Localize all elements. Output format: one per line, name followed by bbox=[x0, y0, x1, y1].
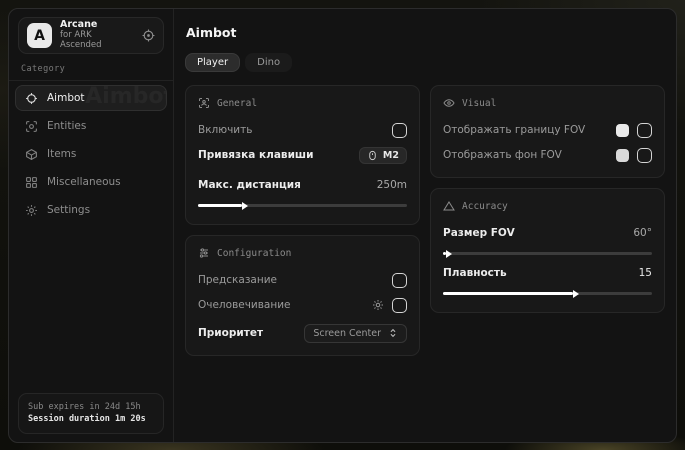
max-distance-slider[interactable] bbox=[198, 204, 407, 207]
slider-fill bbox=[443, 292, 573, 295]
fov-size-label: Размер FOV bbox=[443, 227, 515, 239]
fov-size-value: 60° bbox=[633, 227, 652, 239]
scan-person-icon bbox=[25, 120, 38, 133]
sidebar-item-label: Miscellaneous bbox=[47, 176, 121, 188]
sidebar-item-entities[interactable]: Entities bbox=[15, 113, 167, 139]
max-distance-value: 250m bbox=[377, 179, 407, 191]
sidebar-ghost-watermark: Aimbot bbox=[85, 85, 167, 109]
card-title: General bbox=[217, 98, 257, 109]
grid-icon bbox=[25, 176, 38, 189]
scan-face-icon bbox=[198, 97, 210, 109]
gear-icon bbox=[25, 204, 38, 217]
prediction-label: Предсказание bbox=[198, 274, 277, 286]
accuracy-card: Accuracy Размер FOV 60° Плавность 15 bbox=[430, 188, 665, 313]
slider-fill bbox=[198, 204, 242, 207]
triangle-icon bbox=[443, 200, 455, 212]
enable-checkbox[interactable] bbox=[392, 123, 407, 138]
fov-bg-checkbox[interactable] bbox=[637, 148, 652, 163]
general-card: General Включить Привязка клавиши bbox=[185, 85, 420, 225]
priority-dropdown[interactable]: Screen Center bbox=[304, 324, 407, 343]
keybind-label: Привязка клавиши bbox=[198, 149, 313, 161]
sidebar-item-label: Entities bbox=[47, 120, 86, 132]
humanize-checkbox[interactable] bbox=[392, 298, 407, 313]
smoothness-label: Плавность bbox=[443, 267, 507, 279]
category-label: Category bbox=[9, 54, 173, 80]
keybind-value: M2 bbox=[383, 150, 399, 161]
app-subtitle: for ARK Ascended bbox=[60, 31, 134, 51]
humanize-label: Очеловечивание bbox=[198, 299, 291, 311]
fov-size-slider[interactable] bbox=[443, 252, 652, 255]
configuration-card: Configuration Предсказание Очеловечивани… bbox=[185, 235, 420, 356]
sidebar-item-items[interactable]: Items bbox=[15, 141, 167, 167]
fov-border-label: Отображать границу FOV bbox=[443, 124, 585, 136]
fov-border-color-swatch[interactable] bbox=[616, 124, 629, 137]
enable-label: Включить bbox=[198, 124, 252, 136]
cheat-menu-window: A Arcane for ARK Ascended Category bbox=[8, 8, 677, 443]
fov-border-checkbox[interactable] bbox=[637, 123, 652, 138]
visual-card: Visual Отображать границу FOV Отображать… bbox=[430, 85, 665, 178]
sliders-icon bbox=[198, 247, 210, 259]
slider-fill bbox=[443, 252, 446, 255]
sidebar-item-miscellaneous[interactable]: Miscellaneous bbox=[15, 169, 167, 195]
max-distance-label: Макс. дистанция bbox=[198, 179, 301, 191]
crosshair-icon bbox=[25, 92, 38, 105]
tab-bar: Player Dino bbox=[185, 53, 665, 72]
chevron-up-down-icon bbox=[388, 328, 398, 338]
smoothness-value: 15 bbox=[639, 267, 652, 279]
card-title: Visual bbox=[462, 98, 496, 109]
sidebar-item-settings[interactable]: Settings bbox=[15, 197, 167, 223]
mouse-icon bbox=[367, 150, 378, 161]
tab-dino[interactable]: Dino bbox=[245, 53, 292, 72]
subscription-info-card: Sub expires in 24d 15h Session duration … bbox=[18, 393, 164, 435]
box-icon bbox=[25, 148, 38, 161]
card-title: Configuration bbox=[217, 248, 291, 259]
fov-bg-label: Отображать фон FOV bbox=[443, 149, 562, 161]
sidebar-nav: Aimbot Aimbot Entities bbox=[9, 81, 173, 227]
app-logo: A bbox=[27, 23, 52, 48]
tab-player[interactable]: Player bbox=[185, 53, 240, 72]
logo-card: A Arcane for ARK Ascended bbox=[18, 17, 164, 54]
smoothness-slider[interactable] bbox=[443, 292, 652, 295]
sub-expires-text: Sub expires in 24d 15h bbox=[28, 401, 154, 414]
humanize-settings-gear-icon[interactable] bbox=[372, 299, 384, 311]
fov-bg-color-swatch[interactable] bbox=[616, 149, 629, 162]
card-title: Accuracy bbox=[462, 201, 508, 212]
priority-value: Screen Center bbox=[313, 328, 381, 339]
sidebar: A Arcane for ARK Ascended Category bbox=[9, 9, 174, 442]
sidebar-item-aimbot[interactable]: Aimbot Aimbot bbox=[15, 85, 167, 111]
eye-icon bbox=[443, 97, 455, 109]
sidebar-item-label: Settings bbox=[47, 204, 90, 216]
sidebar-item-label: Items bbox=[47, 148, 76, 160]
keybind-button[interactable]: M2 bbox=[359, 147, 407, 164]
session-duration-text: Session duration 1m 20s bbox=[28, 413, 154, 426]
main-panel: Aimbot Player Dino bbox=[174, 9, 676, 442]
page-title: Aimbot bbox=[186, 25, 665, 40]
target-icon[interactable] bbox=[142, 29, 155, 42]
prediction-checkbox[interactable] bbox=[392, 273, 407, 288]
priority-label: Приоритет bbox=[198, 327, 263, 339]
sidebar-item-label: Aimbot bbox=[47, 92, 85, 104]
